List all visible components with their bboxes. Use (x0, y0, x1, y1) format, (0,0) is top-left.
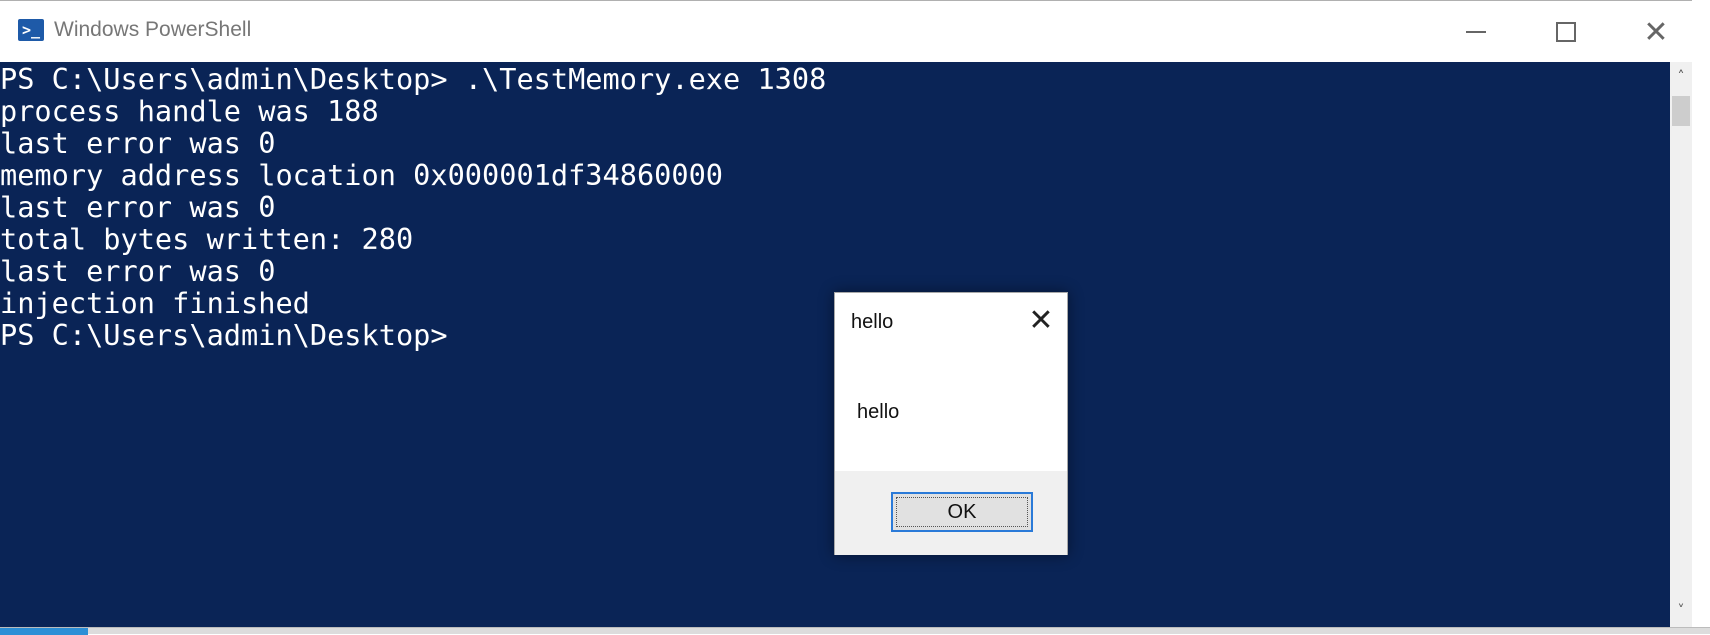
scroll-down-icon[interactable]: ˅ (1670, 600, 1692, 622)
ok-button[interactable]: OK (891, 492, 1033, 532)
minimize-icon (1466, 31, 1486, 33)
message-box: hello ✕ hello OK (834, 292, 1068, 555)
focus-rectangle (896, 497, 1028, 527)
minimize-button[interactable] (1430, 1, 1522, 63)
close-button[interactable]: ✕ (1610, 1, 1702, 63)
console-line: last error was 0 (0, 126, 276, 160)
taskbar (0, 627, 1710, 635)
vertical-scrollbar[interactable]: ˄ ˅ (1670, 62, 1692, 627)
title-bar[interactable]: >_ Windows PowerShell ✕ (0, 0, 1692, 62)
console-line: process handle was 188 (0, 94, 379, 128)
console-line: last error was 0 (0, 254, 276, 288)
console-line: total bytes written: 280 (0, 222, 414, 256)
scroll-thumb[interactable] (1672, 96, 1690, 126)
maximize-button[interactable] (1520, 1, 1612, 63)
maximize-icon (1556, 22, 1576, 42)
window-title: Windows PowerShell (54, 18, 252, 41)
console-line: PS C:\Users\admin\Desktop> .\TestMemory.… (0, 62, 827, 96)
scroll-up-icon[interactable]: ˄ (1670, 66, 1692, 88)
console-line: last error was 0 (0, 190, 276, 224)
dialog-title: hello (851, 311, 894, 333)
background-window-edge (1692, 0, 1710, 634)
console-line: memory address location 0x000001df348600… (0, 158, 724, 192)
powershell-icon: >_ (18, 19, 44, 41)
dialog-message: hello (857, 401, 900, 423)
close-icon: ✕ (1643, 14, 1669, 50)
dialog-close-icon[interactable]: ✕ (1021, 301, 1061, 341)
console-prompt[interactable]: PS C:\Users\admin\Desktop> (0, 319, 448, 351)
console-line: injection finished (0, 286, 310, 320)
